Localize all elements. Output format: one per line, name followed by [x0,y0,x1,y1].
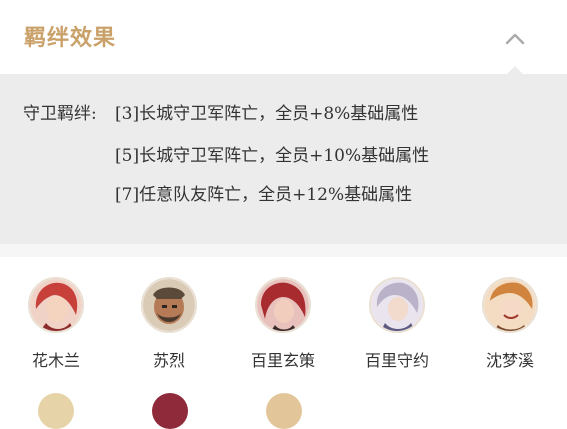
bond-effect-3: [3]长城守卫军阵亡，全员+8%基础属性 [115,104,419,124]
bond-label: 守卫羁绊: [23,104,97,124]
hero-name: 百里玄策 [250,351,315,370]
chevron-up-icon[interactable] [505,31,525,45]
hero-avatar[interactable] [369,277,425,333]
hero-avatar-partial[interactable] [38,393,74,429]
hero-card[interactable]: 百里守约 [352,277,442,371]
hero-card[interactable]: 苏烈 [124,277,214,371]
hero-avatar[interactable] [28,277,84,333]
hero-avatar[interactable] [255,277,311,333]
hero-avatar-partial[interactable] [266,393,302,429]
hero-card[interactable]: 花木兰 [11,277,101,371]
hero-name: 苏烈 [152,351,185,370]
hero-list: 花木兰 苏烈 百里玄策 百里守约 沈梦溪 [0,257,567,400]
hero-name: 百里守约 [364,351,429,370]
hero-avatar[interactable] [141,277,197,333]
hero-name: 沈梦溪 [485,351,534,370]
hero-name: 花木兰 [31,351,80,370]
section-title: 羁绊效果 [24,26,117,51]
hero-avatar[interactable] [482,277,538,333]
hero-avatar-partial[interactable] [152,393,188,429]
hero-card[interactable]: 沈梦溪 [465,277,555,371]
hero-card[interactable]: 百里玄策 [238,277,328,371]
bond-effects-header[interactable]: 羁绊效果 [0,0,567,74]
bond-effect-7: [7]任意队友阵亡，全员+12%基础属性 [115,185,413,205]
section-divider [0,244,567,257]
bond-effect-5: [5]长城守卫军阵亡，全员+10%基础属性 [115,146,430,166]
